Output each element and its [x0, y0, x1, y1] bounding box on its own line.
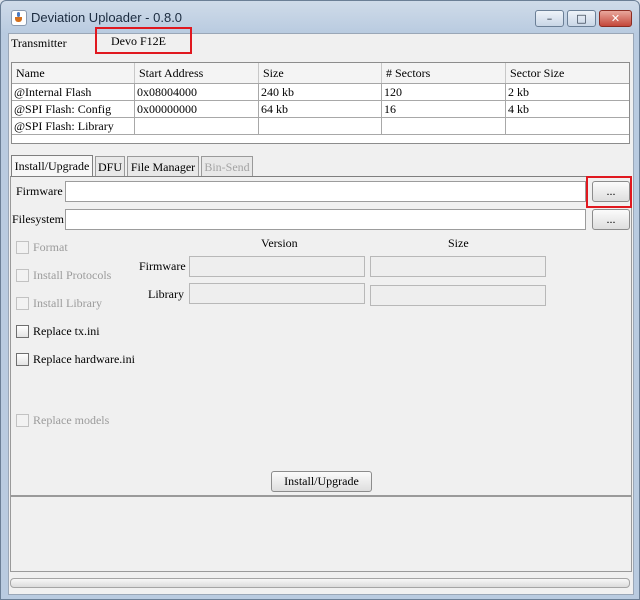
table-cell: 4 kb [508, 102, 529, 116]
table-row[interactable]: @SPI Flash: Library [12, 118, 629, 135]
transmitter-label: Transmitter [11, 36, 67, 50]
status-log-area [10, 496, 632, 572]
filesystem-path-input[interactable] [65, 209, 586, 230]
tab-install-upgrade[interactable]: Install/Upgrade [11, 155, 93, 177]
replace-tx-ini-checkbox[interactable] [16, 325, 29, 338]
firmware-label: Firmware [16, 184, 63, 198]
java-app-icon [11, 10, 27, 26]
table-cell: 0x08004000 [135, 84, 259, 100]
table-cell: 120 [382, 84, 506, 100]
column-header[interactable]: Sector Size [506, 63, 629, 83]
table-cell [506, 118, 629, 134]
library-version-label: Library [148, 287, 184, 301]
library-size-field [370, 285, 546, 306]
table-cell [135, 118, 259, 134]
column-header[interactable]: # Sectors [382, 63, 506, 83]
maximize-button[interactable]: □ [567, 10, 596, 27]
app-window: Deviation Uploader - 0.8.0 – □ ✕ Transmi… [0, 0, 640, 600]
filesystem-label: Filesystem [12, 212, 65, 226]
table-header: Name Start Address Size # Sectors Sector… [12, 63, 629, 84]
replace-hardware-ini-label: Replace hardware.ini [33, 352, 135, 366]
replace-hardware-ini-checkbox[interactable] [16, 353, 29, 366]
table-cell: 2 kb [508, 85, 529, 99]
close-icon: ✕ [610, 12, 621, 25]
size-header: Size [448, 236, 469, 250]
transmitter-value: Devo F12E [111, 34, 166, 48]
replace-models-label: Replace models [33, 413, 110, 427]
install-protocols-checkbox[interactable] [16, 269, 29, 282]
firmware-version-label: Firmware [139, 259, 186, 273]
column-header[interactable]: Start Address [135, 63, 259, 83]
firmware-size-field [370, 256, 546, 277]
replace-tx-ini-label: Replace tx.ini [33, 324, 100, 338]
column-header[interactable]: Size [259, 63, 382, 83]
install-protocols-label: Install Protocols [33, 268, 112, 282]
minimize-button[interactable]: – [535, 10, 564, 27]
window-title: Deviation Uploader - 0.8.0 [31, 10, 183, 25]
install-library-label: Install Library [33, 296, 102, 310]
firmware-path-input[interactable] [65, 181, 586, 202]
memory-table: Name Start Address Size # Sectors Sector… [11, 62, 630, 144]
format-checkbox[interactable] [16, 241, 29, 254]
table-cell: @Internal Flash [12, 84, 135, 100]
maximize-icon: □ [576, 12, 587, 25]
table-row[interactable]: @Internal Flash 0x08004000 240 kb 120 2 … [12, 84, 629, 101]
minimize-icon: – [546, 12, 553, 25]
table-cell: 16 [382, 101, 506, 117]
tab-file-manager[interactable]: File Manager [127, 156, 199, 176]
firmware-version-field [189, 256, 365, 277]
main-content: Transmitter Devo F12E Name Start Address… [8, 27, 634, 595]
library-version-field [189, 283, 365, 304]
table-cell: 240 kb [259, 84, 382, 100]
install-library-checkbox[interactable] [16, 297, 29, 310]
install-upgrade-panel: Firmware ... Filesystem ... Version Size… [10, 176, 632, 496]
tab-dfu[interactable]: DFU [95, 156, 125, 176]
table-cell: @SPI Flash: Config [12, 101, 135, 117]
table-cell [259, 118, 382, 134]
tab-bin-send[interactable]: Bin-Send [201, 156, 253, 176]
table-cell: 64 kb [259, 101, 382, 117]
close-button[interactable]: ✕ [599, 10, 632, 27]
column-header[interactable]: Name [12, 63, 135, 83]
table-row[interactable]: @SPI Flash: Config 0x00000000 64 kb 16 4… [12, 101, 629, 118]
progress-bar [10, 578, 630, 588]
replace-models-checkbox[interactable] [16, 414, 29, 427]
install-upgrade-button[interactable]: Install/Upgrade [271, 471, 372, 492]
format-label: Format [33, 240, 68, 254]
table-cell: 0x00000000 [135, 101, 259, 117]
firmware-browse-button[interactable]: ... [592, 181, 630, 202]
table-cell [382, 118, 506, 134]
version-header: Version [261, 236, 298, 250]
table-cell: @SPI Flash: Library [12, 118, 135, 134]
filesystem-browse-button[interactable]: ... [592, 209, 630, 230]
